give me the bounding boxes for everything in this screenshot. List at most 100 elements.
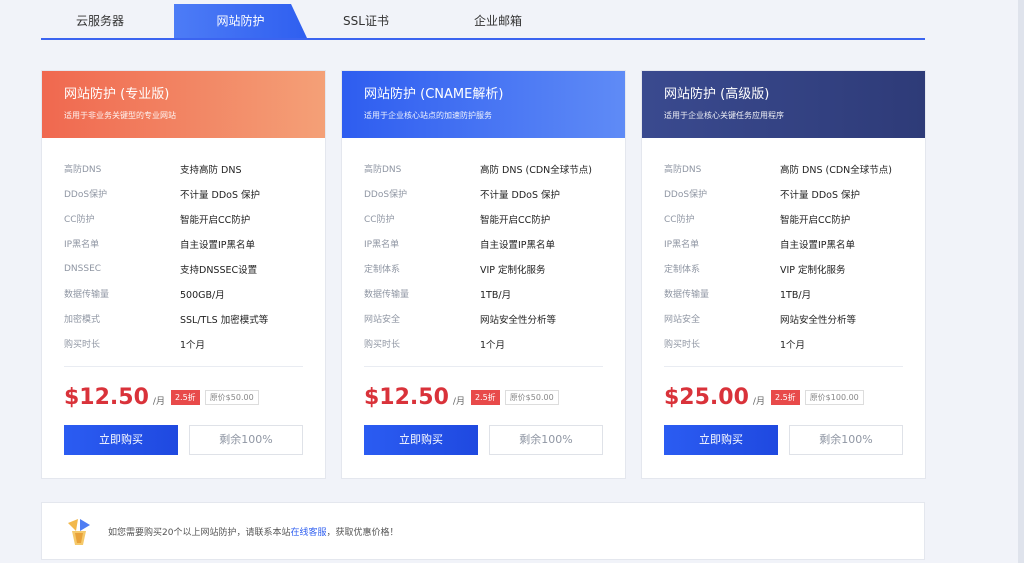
spec-value: 自主设置IP黑名单: [480, 239, 556, 251]
tab-cloud-server[interactable]: 云服务器: [41, 4, 159, 38]
product-tabs: 云服务器 网站防护 SSL证书 企业邮箱: [41, 4, 925, 40]
spec-value: 1TB/月: [780, 289, 812, 301]
discount-badge: 2.5折: [170, 390, 200, 405]
spec-label: IP黑名单: [664, 240, 700, 250]
stock-remaining-button: 剩余100%: [789, 425, 903, 455]
online-service-link[interactable]: 在线客服: [290, 528, 326, 538]
spec-value: VIP 定制化服务: [480, 264, 546, 276]
spec-row: 网站安全 网站安全性分析等: [364, 306, 603, 331]
plan-card-cname: 网站防护 (CNAME解析) 适用于企业核心站点的加速防护服务 高防DNS 高防 …: [341, 70, 626, 479]
card-title: 网站防护 (高级版): [664, 87, 770, 102]
spec-row: 购买时长 1个月: [364, 331, 603, 356]
spec-label: 网站安全: [664, 315, 701, 325]
spec-value: 不计量 DDoS 保护: [480, 189, 561, 201]
spec-value: 不计量 DDoS 保护: [780, 189, 861, 201]
price-row: $12.50 /月 2.5折 原价$50.00: [64, 385, 303, 415]
stock-remaining-button: 剩余100%: [189, 425, 303, 455]
spec-row: DDoS保护 不计量 DDoS 保护: [364, 181, 603, 206]
buy-now-button[interactable]: 立即购买: [364, 425, 478, 455]
spec-value: 支持DNSSEC设置: [180, 264, 258, 276]
price-period: /月: [752, 397, 765, 407]
buy-now-button[interactable]: 立即购买: [64, 425, 178, 455]
spec-row: CC防护 智能开启CC防护: [364, 206, 603, 231]
spec-row: 高防DNS 支持高防 DNS: [64, 156, 303, 181]
spec-value: 1个月: [480, 339, 506, 351]
card-subtitle: 适用于非业务关键型的专业网站: [64, 111, 176, 120]
notice-text: 如您需要购买20个以上网站防护，请联系本站在线客服，获取优惠价格！: [108, 525, 399, 538]
spec-label: CC防护: [664, 215, 695, 225]
notice-text-after: ，获取优惠价格！: [326, 528, 399, 538]
spec-row: 数据传输量 500GB/月: [64, 281, 303, 306]
spec-label: 定制体系: [664, 265, 701, 275]
original-price: 原价$50.00: [204, 390, 259, 405]
spec-value: 自主设置IP黑名单: [780, 239, 856, 251]
spec-row: 定制体系 VIP 定制化服务: [664, 256, 903, 281]
spec-value: 1个月: [180, 339, 206, 351]
spec-row: 网站安全 网站安全性分析等: [664, 306, 903, 331]
spec-row: IP黑名单 自主设置IP黑名单: [664, 231, 903, 256]
spec-row: 高防DNS 高防 DNS (CDN全球节点): [664, 156, 903, 181]
spec-label: DDoS保护: [664, 190, 708, 200]
spec-label: 数据传输量: [64, 290, 110, 300]
tab-ssl-certificate[interactable]: SSL证书: [307, 4, 425, 38]
spec-label: 购买时长: [664, 340, 701, 350]
card-header: 网站防护 (高级版) 适用于企业核心关键任务应用程序: [642, 71, 925, 138]
price-period: /月: [452, 397, 465, 407]
original-price: 原价$50.00: [504, 390, 559, 405]
spec-value: 不计量 DDoS 保护: [180, 189, 261, 201]
spec-label: DDoS保护: [64, 190, 108, 200]
spec-row: IP黑名单 自主设置IP黑名单: [364, 231, 603, 256]
spec-label: 网站安全: [364, 315, 401, 325]
card-subtitle: 适用于企业核心关键任务应用程序: [664, 111, 784, 120]
price-row: $25.00 /月 2.5折 原价$100.00: [664, 385, 903, 415]
spec-row: 高防DNS 高防 DNS (CDN全球节点): [364, 156, 603, 181]
discount-badge: 2.5折: [770, 390, 800, 405]
plan-card-advanced: 网站防护 (高级版) 适用于企业核心关键任务应用程序 高防DNS 高防 DNS (…: [641, 70, 926, 479]
spec-label: 数据传输量: [664, 290, 710, 300]
price-period: /月: [152, 397, 165, 407]
spec-value: 网站安全性分析等: [480, 314, 557, 326]
spec-label: 购买时长: [64, 340, 101, 350]
card-header: 网站防护 (CNAME解析) 适用于企业核心站点的加速防护服务: [342, 71, 625, 138]
plan-card-professional: 网站防护 (专业版) 适用于非业务关键型的专业网站 高防DNS 支持高防 DNS …: [41, 70, 326, 479]
spec-label: 高防DNS: [664, 165, 702, 175]
card-header: 网站防护 (专业版) 适用于非业务关键型的专业网站: [42, 71, 325, 138]
spec-value: 500GB/月: [180, 289, 225, 301]
discount-badge: 2.5折: [470, 390, 500, 405]
spec-row: 购买时长 1个月: [64, 331, 303, 356]
gift-icon: [66, 517, 92, 547]
spec-row: 数据传输量 1TB/月: [364, 281, 603, 306]
spec-value: VIP 定制化服务: [780, 264, 846, 276]
divider: [64, 366, 303, 367]
price: $12.50: [364, 385, 449, 410]
spec-label: 购买时长: [364, 340, 401, 350]
card-title: 网站防护 (专业版): [64, 87, 170, 102]
spec-value: 智能开启CC防护: [480, 214, 551, 226]
spec-label: 高防DNS: [364, 165, 402, 175]
spec-label: 数据传输量: [364, 290, 410, 300]
spec-row: 加密模式 SSL/TLS 加密模式等: [64, 306, 303, 331]
buy-now-button[interactable]: 立即购买: [664, 425, 778, 455]
original-price: 原价$100.00: [804, 390, 864, 405]
spec-row: CC防护 智能开启CC防护: [664, 206, 903, 231]
spec-row: IP黑名单 自主设置IP黑名单: [64, 231, 303, 256]
price: $25.00: [664, 385, 749, 410]
spec-label: DDoS保护: [364, 190, 408, 200]
divider: [664, 366, 903, 367]
price-row: $12.50 /月 2.5折 原价$50.00: [364, 385, 603, 415]
divider: [364, 366, 603, 367]
spec-value: 网站安全性分析等: [780, 314, 857, 326]
spec-label: 高防DNS: [64, 165, 102, 175]
stock-remaining-button: 剩余100%: [489, 425, 603, 455]
spec-value: 1个月: [780, 339, 806, 351]
spec-label: IP黑名单: [364, 240, 400, 250]
spec-value: 支持高防 DNS: [180, 164, 242, 176]
tab-website-protection[interactable]: 网站防护: [174, 4, 307, 38]
spec-label: 定制体系: [364, 265, 401, 275]
spec-row: 数据传输量 1TB/月: [664, 281, 903, 306]
spec-row: 定制体系 VIP 定制化服务: [364, 256, 603, 281]
spec-value: 1TB/月: [480, 289, 512, 301]
spec-row: 购买时长 1个月: [664, 331, 903, 356]
tab-enterprise-email[interactable]: 企业邮箱: [439, 4, 557, 38]
spec-row: CC防护 智能开启CC防护: [64, 206, 303, 231]
